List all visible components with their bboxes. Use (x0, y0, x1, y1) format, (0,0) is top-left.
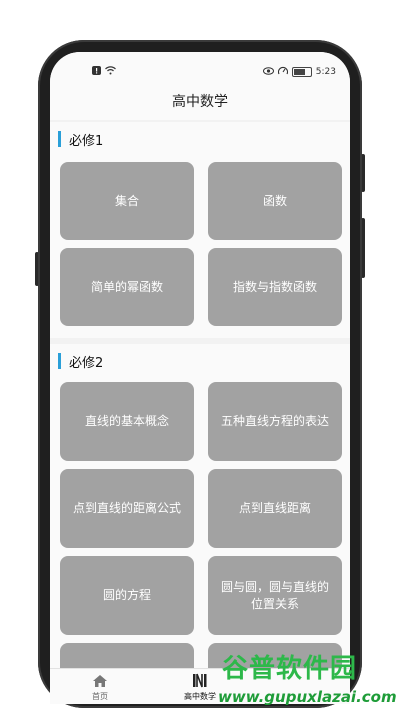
topic-card[interactable]: 圆与圆，圆与直线的位置关系 (208, 556, 342, 635)
section-required-1: 必修1 集合 函数 简单的幂函数 指数与指数函数 (50, 122, 350, 338)
status-time: 5:23 (315, 67, 336, 77)
watermark-url: www.gupuxlazai.com (218, 688, 397, 706)
tab-home[interactable]: 首页 (50, 669, 150, 704)
topic-card[interactable]: 点到直线距离 (208, 469, 342, 548)
section-title: 必修1 (69, 133, 104, 149)
home-icon (50, 673, 150, 689)
topic-card[interactable]: 圆的方程 (60, 556, 194, 635)
watermark-logo: 谷普软件园 www.gupuxlazai.com (216, 646, 400, 711)
section-accent-bar (58, 131, 61, 147)
topic-card[interactable]: 集合 (60, 162, 194, 240)
battery-icon (291, 67, 312, 77)
topic-card-partial[interactable] (60, 643, 194, 668)
topic-card[interactable]: 直线的基本概念 (60, 382, 194, 461)
topic-card[interactable]: 点到直线的距离公式 (60, 469, 194, 548)
topic-card[interactable]: 函数 (208, 162, 342, 240)
eye-icon (262, 66, 274, 78)
content-area[interactable]: 必修1 集合 函数 简单的幂函数 指数与指数函数 必修2 直线的基本概念 五种直… (50, 120, 350, 668)
topic-card[interactable]: 指数与指数函数 (208, 248, 342, 326)
wifi-icon (105, 66, 116, 78)
speedometer-icon (277, 66, 288, 78)
section-required-2: 必修2 直线的基本概念 五种直线方程的表达 点到直线的距离公式 点到直线距离 圆… (50, 344, 350, 668)
topic-card[interactable]: 简单的幂函数 (60, 248, 194, 326)
page-title: 高中数学 (50, 84, 350, 120)
app-screen: 5:23 高中数学 必修1 集合 函数 简单的幂函数 指数与指数函数 必修2 直… (50, 52, 350, 704)
watermark-title: 谷普软件园 (222, 654, 358, 684)
section-accent-bar (58, 353, 61, 369)
section-title: 必修2 (69, 355, 104, 371)
topic-card[interactable]: 五种直线方程的表达 (208, 382, 342, 461)
status-bar: 5:23 (50, 52, 350, 84)
tab-label: 首页 (92, 692, 108, 701)
alert-icon (92, 66, 101, 78)
